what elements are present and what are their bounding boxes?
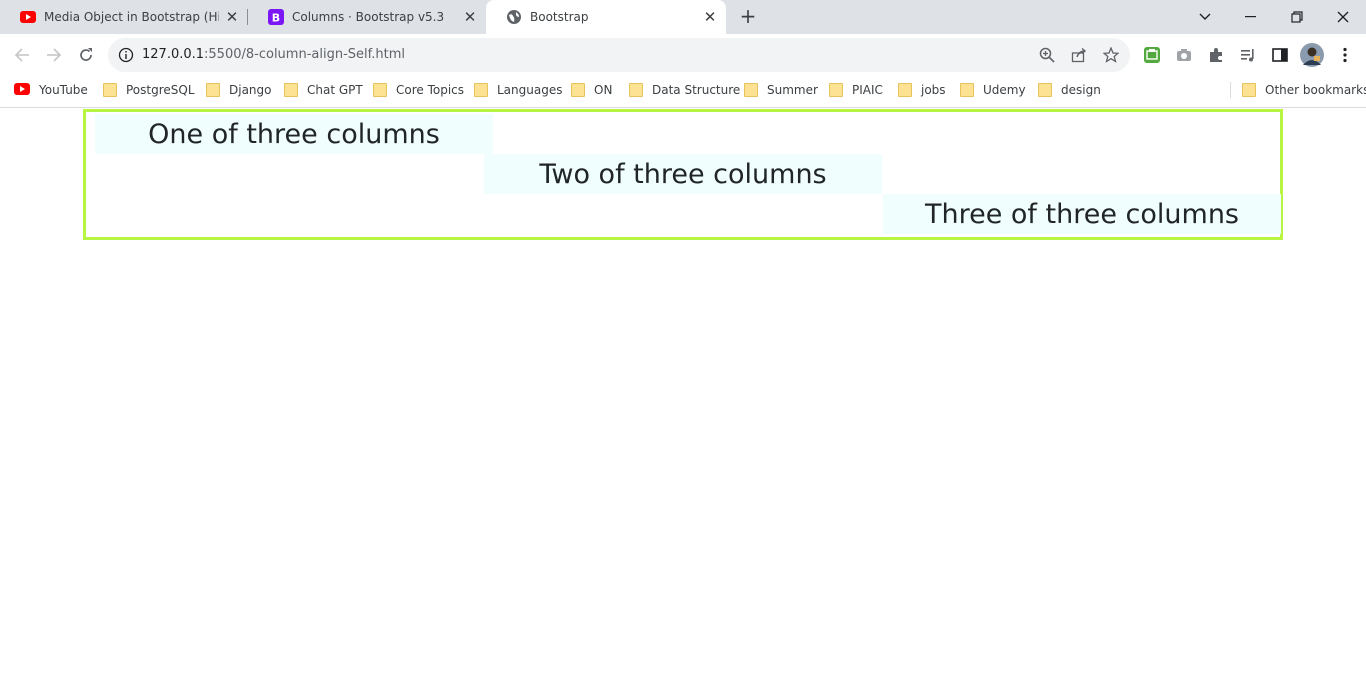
close-icon[interactable]: ✕ <box>224 9 240 25</box>
tab-search-chevron-icon[interactable] <box>1182 0 1228 34</box>
bookmark-folder-jobs[interactable]: jobs <box>898 76 946 104</box>
forward-arrow-icon[interactable] <box>42 43 66 67</box>
folder-icon <box>373 83 387 97</box>
share-icon[interactable] <box>1070 46 1088 64</box>
address-bar[interactable]: 127.0.0.1:5500/8-column-align-Self.html <box>108 38 1130 72</box>
youtube-icon <box>14 83 30 97</box>
restore-icon[interactable] <box>1274 0 1320 34</box>
reload-icon[interactable] <box>74 43 98 67</box>
close-icon[interactable]: ✕ <box>702 9 718 25</box>
tab-bootstrap-active[interactable]: Bootstrap ✕ <box>486 0 726 34</box>
tab-columns-bootstrap[interactable]: B Columns · Bootstrap v5.3 ✕ <box>248 0 486 34</box>
bookmark-folder-data-structure[interactable]: Data Structure <box>629 76 740 104</box>
bookmark-label: YouTube <box>39 83 88 97</box>
bookmark-folder-postgresql[interactable]: PostgreSQL <box>103 76 195 104</box>
folder-icon <box>960 83 974 97</box>
folder-icon <box>571 83 585 97</box>
folder-icon <box>1038 83 1052 97</box>
bookmark-label: jobs <box>921 83 946 97</box>
folder-icon <box>898 83 912 97</box>
url-host: 127.0.0.1 <box>142 47 205 62</box>
extension-green-icon[interactable] <box>1143 46 1161 64</box>
bookmark-folder-core-topics[interactable]: Core Topics <box>373 76 464 104</box>
folder-icon <box>284 83 298 97</box>
menu-kebab-icon[interactable] <box>1336 46 1354 64</box>
zoom-icon[interactable] <box>1038 46 1056 64</box>
bookmark-label: Udemy <box>983 83 1026 97</box>
tab-title: Columns · Bootstrap v5.3 <box>292 10 445 24</box>
bookmark-label: Languages <box>497 83 563 97</box>
tab-media-object[interactable]: Media Object in Bootstrap (Hindi ✕ <box>0 0 248 34</box>
bookmark-label: PIAIC <box>852 83 883 97</box>
back-arrow-icon[interactable] <box>10 43 34 67</box>
browser-toolbar: 127.0.0.1:5500/8-column-align-Self.html <box>0 34 1366 76</box>
bootstrap-icon: B <box>268 9 284 25</box>
folder-icon <box>103 83 117 97</box>
bookmark-label: design <box>1061 83 1101 97</box>
column-two: Two of three columns <box>484 154 882 194</box>
bookmark-star-icon[interactable] <box>1102 46 1120 64</box>
bookmarks-bar: YouTube PostgreSQL Django Chat GPT Core … <box>0 76 1366 108</box>
site-info-icon[interactable] <box>118 47 134 63</box>
bookmark-label: Core Topics <box>396 83 465 97</box>
bookmark-label: Django <box>229 83 272 97</box>
column-row-container: One of three columns Two of three column… <box>83 109 1283 240</box>
folder-icon <box>744 83 758 97</box>
folder-icon <box>474 83 488 97</box>
bookmark-label: PostgreSQL <box>126 83 195 97</box>
youtube-icon <box>20 9 36 25</box>
tab-title: Media Object in Bootstrap (Hindi <box>44 10 219 24</box>
bookmark-label: Other bookmarks <box>1265 83 1366 97</box>
bookmark-other-bookmarks[interactable]: Other bookmarks <box>1242 76 1366 104</box>
profile-avatar-icon[interactable] <box>1300 43 1324 67</box>
new-tab-icon[interactable]: + <box>738 6 758 27</box>
bookmark-folder-django[interactable]: Django <box>206 76 272 104</box>
camera-icon[interactable] <box>1175 46 1193 64</box>
folder-icon <box>206 83 220 97</box>
bookmark-folder-languages[interactable]: Languages <box>474 76 562 104</box>
bookmark-folder-piaic[interactable]: PIAIC <box>829 76 883 104</box>
svg-text:B: B <box>272 12 280 25</box>
url-text[interactable]: 127.0.0.1:5500/8-column-align-Self.html <box>142 47 405 62</box>
bookmark-folder-design[interactable]: design <box>1038 76 1101 104</box>
bookmark-folder-on[interactable]: ON <box>571 76 612 104</box>
bookmark-folder-udemy[interactable]: Udemy <box>960 76 1026 104</box>
bookmark-label: Summer <box>767 83 818 97</box>
bookmark-label: Chat GPT <box>307 83 363 97</box>
minimize-icon[interactable] <box>1228 0 1274 34</box>
bookmark-label: Data Structure <box>652 83 741 97</box>
extensions-puzzle-icon[interactable] <box>1207 46 1225 64</box>
column-one: One of three columns <box>95 114 493 154</box>
folder-icon <box>1242 83 1256 97</box>
folder-icon <box>829 83 843 97</box>
url-path: :5500/8-column-align-Self.html <box>204 47 405 62</box>
bookmarks-divider <box>1230 82 1231 98</box>
tab-title: Bootstrap <box>530 10 589 24</box>
close-window-icon[interactable] <box>1320 0 1366 34</box>
bookmark-folder-chat-gpt[interactable]: Chat GPT <box>284 76 363 104</box>
close-icon[interactable]: ✕ <box>462 9 478 25</box>
globe-icon <box>506 9 522 25</box>
side-panel-icon[interactable] <box>1271 46 1289 64</box>
tab-strip: Media Object in Bootstrap (Hindi ✕ B Col… <box>0 0 1366 34</box>
reading-list-icon[interactable] <box>1239 46 1257 64</box>
column-three: Three of three columns <box>883 194 1281 234</box>
folder-icon <box>629 83 643 97</box>
bookmark-label: ON <box>594 83 613 97</box>
bookmark-folder-summer[interactable]: Summer <box>744 76 818 104</box>
bookmark-youtube[interactable]: YouTube <box>14 76 88 104</box>
